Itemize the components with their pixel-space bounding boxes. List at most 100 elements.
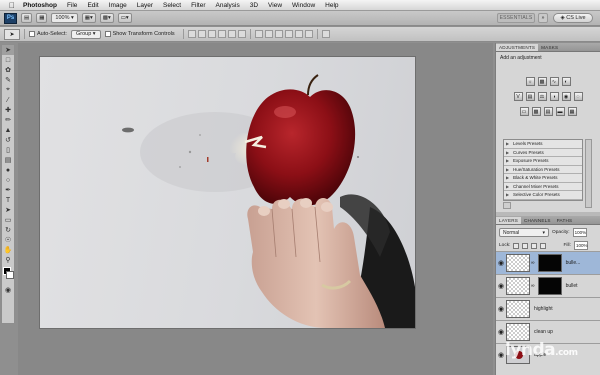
3d-orbit-tool-icon[interactable]: ☉ bbox=[2, 235, 14, 245]
eye-icon[interactable]: ◉ bbox=[496, 328, 506, 336]
invert-icon[interactable]: ▭ bbox=[519, 107, 529, 116]
menu-file[interactable]: File bbox=[62, 2, 82, 9]
menu-select[interactable]: Select bbox=[158, 2, 186, 9]
screen-mode-button[interactable]: ▭▾ bbox=[117, 13, 132, 23]
workspace-essentials-button[interactable]: ESSENTIALS bbox=[497, 13, 535, 23]
menu-window[interactable]: Window bbox=[287, 2, 320, 9]
quick-select-tool-icon[interactable]: ✎ bbox=[2, 75, 14, 85]
image-canvas[interactable] bbox=[40, 57, 415, 328]
3d-rotate-tool-icon[interactable]: ↻ bbox=[2, 225, 14, 235]
dodge-tool-icon[interactable]: ○ bbox=[2, 175, 14, 185]
path-select-tool-icon[interactable]: ➤ bbox=[2, 205, 14, 215]
blend-mode-select[interactable]: Normal ▾ bbox=[499, 228, 549, 237]
layer-mask-thumbnail[interactable] bbox=[537, 277, 562, 295]
preset-channel-mixer[interactable]: Channel Mixer Presets bbox=[504, 183, 582, 191]
distribute-top-icon[interactable] bbox=[254, 30, 263, 38]
align-left-icon[interactable] bbox=[217, 30, 226, 38]
preset-hue-saturation[interactable]: Hue/Saturation Presets bbox=[504, 166, 582, 174]
clone-stamp-tool-icon[interactable]: ▲ bbox=[2, 125, 14, 135]
minibridge-button[interactable]: ▦ bbox=[36, 13, 48, 23]
fill-field[interactable]: 100% bbox=[573, 241, 588, 250]
quick-mask-icon[interactable]: ◉ bbox=[2, 285, 14, 295]
lock-all-icon[interactable] bbox=[540, 242, 547, 249]
menu-photoshop[interactable]: Photoshop bbox=[18, 2, 62, 9]
gradient-map-icon[interactable]: ▬ bbox=[555, 107, 565, 116]
menu-view[interactable]: View bbox=[263, 2, 287, 9]
align-top-icon[interactable] bbox=[187, 30, 196, 38]
menu-3d[interactable]: 3D bbox=[245, 2, 263, 9]
eraser-tool-icon[interactable]: ▯ bbox=[2, 145, 14, 155]
lock-pixels-icon[interactable] bbox=[522, 242, 529, 249]
photo-filter-icon[interactable]: ◉ bbox=[561, 92, 571, 101]
menu-layer[interactable]: Layer bbox=[132, 2, 158, 9]
color-swatches[interactable] bbox=[2, 265, 14, 285]
distribute-vcenter-icon[interactable] bbox=[264, 30, 273, 38]
lasso-tool-icon[interactable]: ✿ bbox=[2, 65, 14, 75]
tab-paths[interactable]: PATHS bbox=[554, 217, 576, 224]
tab-channels[interactable]: CHANNELS bbox=[521, 217, 554, 224]
menu-analysis[interactable]: Analysis bbox=[211, 2, 245, 9]
layer-name[interactable]: bullet bbox=[566, 283, 578, 289]
channel-mixer-icon[interactable]: ◌ bbox=[573, 92, 583, 101]
cs-live-button[interactable]: ◈ CS Live bbox=[553, 13, 593, 23]
layer-row[interactable]: ◉ highlight bbox=[496, 297, 600, 320]
align-hcenter-icon[interactable] bbox=[227, 30, 236, 38]
gradient-tool-icon[interactable]: ▤ bbox=[2, 155, 14, 165]
shape-tool-icon[interactable]: ▭ bbox=[2, 215, 14, 225]
auto-select-checkbox[interactable] bbox=[29, 31, 35, 37]
photoshop-logo[interactable]: Ps bbox=[4, 12, 17, 24]
healing-brush-tool-icon[interactable]: ✚ bbox=[2, 105, 14, 115]
tab-adjustments[interactable]: ADJUSTMENTS bbox=[496, 44, 539, 51]
blur-tool-icon[interactable]: ● bbox=[2, 165, 14, 175]
align-vcenter-icon[interactable] bbox=[197, 30, 206, 38]
eye-icon[interactable]: ◉ bbox=[496, 259, 506, 267]
opacity-field[interactable]: 100% bbox=[572, 228, 587, 237]
eye-icon[interactable]: ◉ bbox=[496, 282, 506, 290]
layer-row[interactable]: ◉ ∞ bullet bbox=[496, 274, 600, 297]
zoom-level-select[interactable]: 100% ▾ bbox=[51, 13, 78, 23]
view-extras-button[interactable]: ▦▾ bbox=[81, 13, 96, 23]
layer-name[interactable]: bulle... bbox=[566, 260, 581, 266]
layer-mask-thumbnail[interactable] bbox=[537, 254, 562, 272]
arrange-documents-button[interactable]: ▩▾ bbox=[99, 13, 114, 23]
menu-image[interactable]: Image bbox=[104, 2, 132, 9]
preset-black-white[interactable]: Black & White Presets bbox=[504, 174, 582, 183]
show-transform-checkbox[interactable] bbox=[104, 31, 111, 37]
history-brush-tool-icon[interactable]: ↺ bbox=[2, 135, 14, 145]
tab-layers[interactable]: LAYERS bbox=[496, 217, 521, 224]
threshold-icon[interactable]: ▤ bbox=[543, 107, 553, 116]
lock-position-icon[interactable] bbox=[531, 242, 538, 249]
menu-edit[interactable]: Edit bbox=[82, 2, 103, 9]
align-bottom-icon[interactable] bbox=[207, 30, 216, 38]
preset-exposure[interactable]: Exposure Presets bbox=[504, 157, 582, 166]
curves-icon[interactable]: ∿ bbox=[549, 77, 559, 86]
tool-preset-picker[interactable]: ➤ bbox=[4, 28, 20, 40]
tab-masks[interactable]: MASKS bbox=[538, 44, 561, 51]
bridge-button[interactable]: ▤ bbox=[21, 13, 33, 23]
posterize-icon[interactable]: ▩ bbox=[531, 107, 541, 116]
crop-tool-icon[interactable]: ⌖ bbox=[2, 85, 14, 95]
black-white-icon[interactable]: ◑ bbox=[549, 92, 559, 101]
brush-tool-icon[interactable]: ✏ bbox=[2, 115, 14, 125]
distribute-bottom-icon[interactable] bbox=[274, 30, 283, 38]
layer-name[interactable]: highlight bbox=[534, 306, 553, 312]
align-right-icon[interactable] bbox=[237, 30, 246, 38]
marquee-tool-icon[interactable]: □ bbox=[2, 55, 14, 65]
exposure-icon[interactable]: ◐ bbox=[561, 77, 571, 86]
hue-saturation-icon[interactable]: ▤ bbox=[525, 92, 535, 101]
preset-selective-color[interactable]: Selective Color Presets bbox=[504, 191, 582, 200]
more-workspaces-button[interactable]: » bbox=[538, 13, 548, 23]
color-balance-icon[interactable]: ⚖ bbox=[537, 92, 547, 101]
preset-curves[interactable]: Curves Presets bbox=[504, 149, 582, 157]
hand-tool-icon[interactable]: ✋ bbox=[2, 245, 14, 255]
background-color-swatch[interactable] bbox=[6, 271, 14, 279]
vibrance-icon[interactable]: V bbox=[513, 92, 523, 101]
auto-select-dropdown[interactable]: Group ▾ bbox=[70, 29, 101, 39]
menu-help[interactable]: Help bbox=[320, 2, 343, 9]
brightness-contrast-icon[interactable]: ☼ bbox=[525, 77, 535, 86]
type-tool-icon[interactable]: T bbox=[2, 195, 14, 205]
selective-color-icon[interactable]: ▦ bbox=[567, 107, 577, 116]
zoom-tool-icon[interactable]: ⚲ bbox=[2, 255, 14, 265]
layer-row[interactable]: ◉ ∞ bulle... bbox=[496, 251, 600, 274]
clip-icon[interactable] bbox=[503, 202, 511, 209]
